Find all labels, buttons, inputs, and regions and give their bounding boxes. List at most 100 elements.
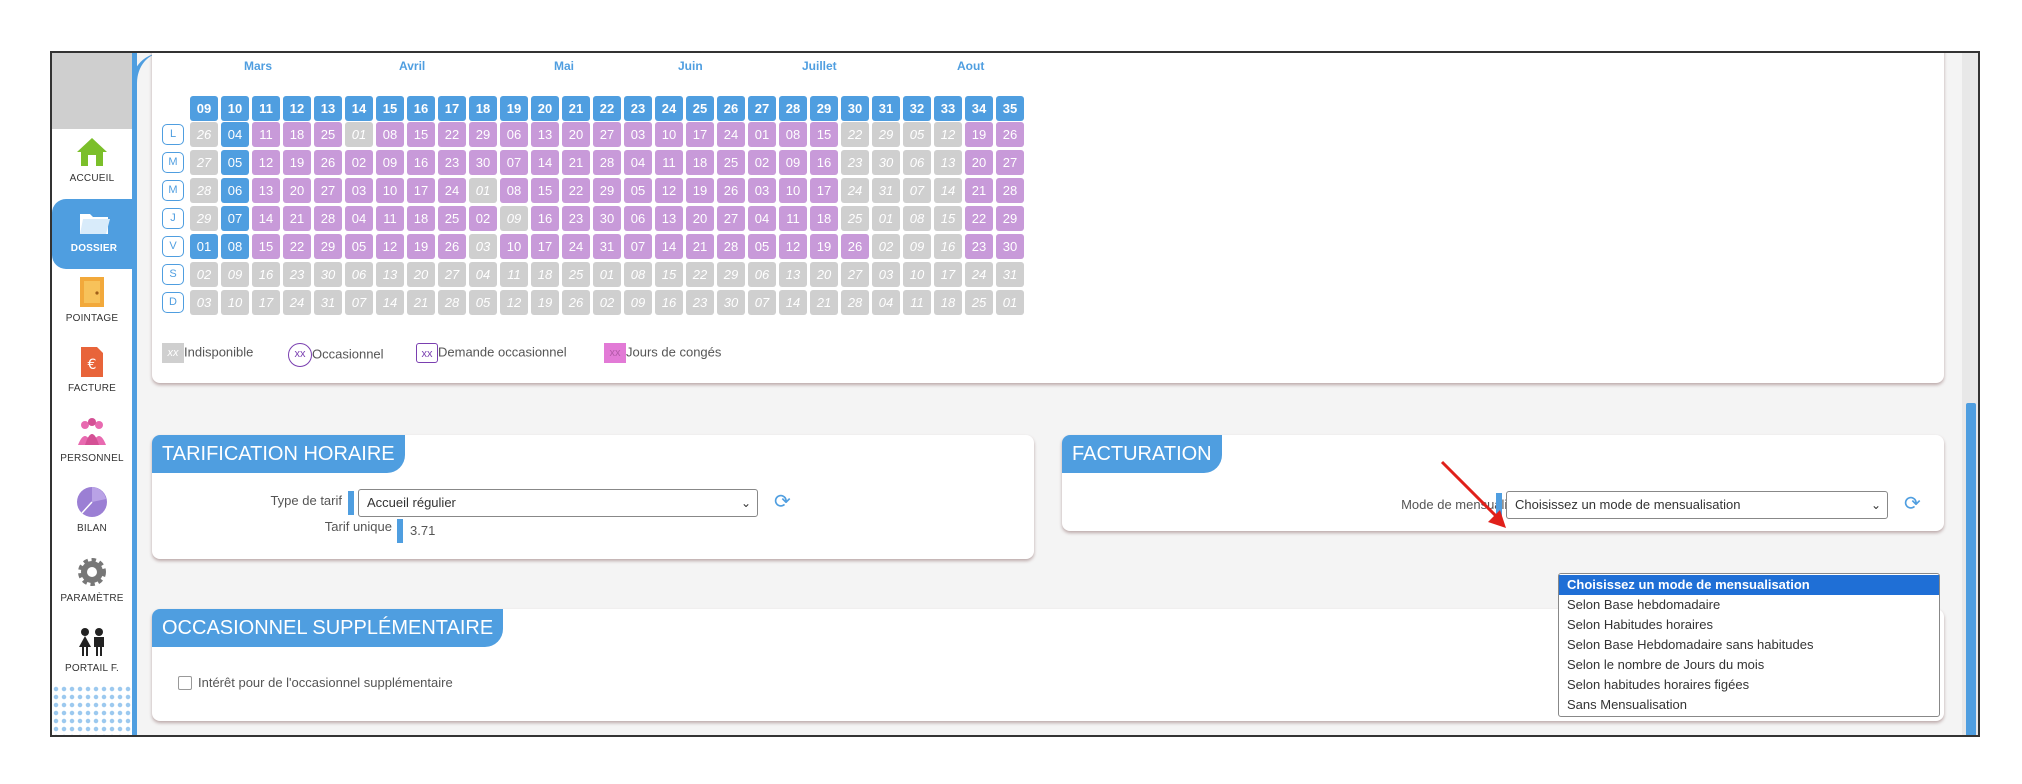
- calendar-day-cell[interactable]: 12: [655, 178, 683, 203]
- calendar-day-cell[interactable]: 29: [190, 206, 218, 231]
- calendar-day-cell[interactable]: 14: [376, 290, 404, 315]
- calendar-day-cell[interactable]: 03: [624, 122, 652, 147]
- calendar-day-cell[interactable]: 18: [686, 150, 714, 175]
- calendar-day-cell[interactable]: 29: [872, 122, 900, 147]
- calendar-day-cell[interactable]: 19: [686, 178, 714, 203]
- occasionnel-checkbox[interactable]: [178, 676, 192, 690]
- calendar-day-cell[interactable]: 04: [748, 206, 776, 231]
- calendar-day-cell[interactable]: 20: [407, 262, 435, 287]
- calendar-day-cell[interactable]: 21: [686, 234, 714, 259]
- refresh-icon[interactable]: ⟳: [774, 489, 791, 514]
- calendar-day-cell[interactable]: 26: [190, 122, 218, 147]
- calendar-day-cell[interactable]: 07: [748, 290, 776, 315]
- calendar-day-cell[interactable]: 05: [624, 178, 652, 203]
- calendar-day-cell[interactable]: 25: [965, 290, 993, 315]
- calendar-day-cell[interactable]: 20: [965, 150, 993, 175]
- calendar-day-cell[interactable]: 27: [438, 262, 466, 287]
- dropdown-option[interactable]: Sans Mensualisation: [1559, 695, 1939, 715]
- calendar-day-cell[interactable]: 08: [376, 122, 404, 147]
- calendar-day-cell[interactable]: 08: [500, 178, 528, 203]
- sidebar-item-parametre[interactable]: PARAMÈTRE: [52, 549, 132, 619]
- calendar-day-cell[interactable]: 06: [903, 150, 931, 175]
- calendar-day-cell[interactable]: 11: [655, 150, 683, 175]
- calendar-day-cell[interactable]: 11: [779, 206, 807, 231]
- calendar-day-cell[interactable]: 17: [934, 262, 962, 287]
- calendar-day-cell[interactable]: 20: [562, 122, 590, 147]
- calendar-day-cell[interactable]: 22: [283, 234, 311, 259]
- calendar-day-cell[interactable]: 20: [686, 206, 714, 231]
- calendar-day-cell[interactable]: 18: [283, 122, 311, 147]
- dropdown-option[interactable]: Selon Base Hebdomadaire sans habitudes: [1559, 635, 1939, 655]
- calendar-day-cell[interactable]: 01: [748, 122, 776, 147]
- calendar-day-cell[interactable]: 28: [717, 234, 745, 259]
- calendar-day-cell[interactable]: 16: [655, 290, 683, 315]
- calendar-day-cell[interactable]: 19: [965, 122, 993, 147]
- type-tarif-select[interactable]: Accueil régulier ⌄: [358, 489, 758, 517]
- calendar-day-cell[interactable]: 21: [810, 290, 838, 315]
- sidebar-item-dossier[interactable]: DOSSIER: [52, 199, 136, 269]
- calendar-day-cell[interactable]: 15: [655, 262, 683, 287]
- calendar-day-cell[interactable]: 18: [934, 290, 962, 315]
- calendar-day-cell[interactable]: 07: [903, 178, 931, 203]
- sidebar-item-accueil[interactable]: ACCUEIL: [52, 129, 132, 199]
- calendar-day-cell[interactable]: 12: [252, 150, 280, 175]
- calendar-day-cell[interactable]: 29: [469, 122, 497, 147]
- calendar-day-cell[interactable]: 19: [283, 150, 311, 175]
- sidebar-item-portail[interactable]: PORTAIL F.: [52, 619, 132, 689]
- calendar-day-cell[interactable]: 24: [562, 234, 590, 259]
- calendar-day-cell[interactable]: 06: [500, 122, 528, 147]
- dropdown-option[interactable]: Selon Habitudes horaires: [1559, 615, 1939, 635]
- calendar-day-cell[interactable]: 27: [841, 262, 869, 287]
- calendar-day-cell[interactable]: 25: [438, 206, 466, 231]
- calendar-day-cell[interactable]: 23: [965, 234, 993, 259]
- calendar-day-cell[interactable]: 11: [376, 206, 404, 231]
- calendar-day-cell[interactable]: 26: [996, 122, 1024, 147]
- calendar-day-cell[interactable]: 22: [686, 262, 714, 287]
- calendar-day-cell[interactable]: 08: [779, 122, 807, 147]
- sidebar-item-personnel[interactable]: PERSONNEL: [52, 409, 132, 479]
- calendar-day-cell[interactable]: 16: [252, 262, 280, 287]
- calendar-day-cell[interactable]: 22: [438, 122, 466, 147]
- calendar-day-cell[interactable]: 03: [469, 234, 497, 259]
- calendar-day-cell[interactable]: 13: [531, 122, 559, 147]
- calendar-day-cell[interactable]: 01: [996, 290, 1024, 315]
- calendar-day-cell[interactable]: 21: [407, 290, 435, 315]
- mode-mensualisation-select[interactable]: Choisissez un mode de mensualisation ⌄: [1506, 491, 1888, 519]
- calendar-day-cell[interactable]: 09: [903, 234, 931, 259]
- calendar-day-cell[interactable]: 17: [252, 290, 280, 315]
- calendar-day-cell[interactable]: 28: [438, 290, 466, 315]
- calendar-day-cell[interactable]: 26: [314, 150, 342, 175]
- calendar-day-cell[interactable]: 05: [221, 150, 249, 175]
- calendar-day-cell[interactable]: 21: [283, 206, 311, 231]
- calendar-day-cell[interactable]: 07: [345, 290, 373, 315]
- calendar-day-cell[interactable]: 15: [531, 178, 559, 203]
- calendar-day-cell[interactable]: 10: [655, 122, 683, 147]
- calendar-day-cell[interactable]: 20: [810, 262, 838, 287]
- calendar-day-cell[interactable]: 14: [779, 290, 807, 315]
- calendar-day-cell[interactable]: 02: [469, 206, 497, 231]
- calendar-day-cell[interactable]: 16: [810, 150, 838, 175]
- calendar-day-cell[interactable]: 13: [779, 262, 807, 287]
- calendar-day-cell[interactable]: 30: [314, 262, 342, 287]
- calendar-day-cell[interactable]: 30: [717, 290, 745, 315]
- dropdown-option-selected[interactable]: Choisissez un mode de mensualisation: [1559, 575, 1939, 595]
- calendar-day-cell[interactable]: 23: [686, 290, 714, 315]
- calendar-day-cell[interactable]: 27: [190, 150, 218, 175]
- calendar-day-cell[interactable]: 14: [252, 206, 280, 231]
- calendar-day-cell[interactable]: 05: [469, 290, 497, 315]
- sidebar-item-bilan[interactable]: BILAN: [52, 479, 132, 549]
- calendar-day-cell[interactable]: 03: [190, 290, 218, 315]
- calendar-day-cell[interactable]: 09: [500, 206, 528, 231]
- calendar-day-cell[interactable]: 23: [438, 150, 466, 175]
- calendar-day-cell[interactable]: 13: [376, 262, 404, 287]
- refresh-icon[interactable]: ⟳: [1904, 491, 1921, 516]
- calendar-day-cell[interactable]: 24: [841, 178, 869, 203]
- calendar-day-cell[interactable]: 07: [624, 234, 652, 259]
- calendar-day-cell[interactable]: 31: [314, 290, 342, 315]
- calendar-day-cell[interactable]: 04: [345, 206, 373, 231]
- dropdown-option[interactable]: Selon le nombre de Jours du mois: [1559, 655, 1939, 675]
- calendar-day-cell[interactable]: 25: [841, 206, 869, 231]
- calendar-day-cell[interactable]: 25: [562, 262, 590, 287]
- calendar-day-cell[interactable]: 16: [531, 206, 559, 231]
- calendar-day-cell[interactable]: 09: [376, 150, 404, 175]
